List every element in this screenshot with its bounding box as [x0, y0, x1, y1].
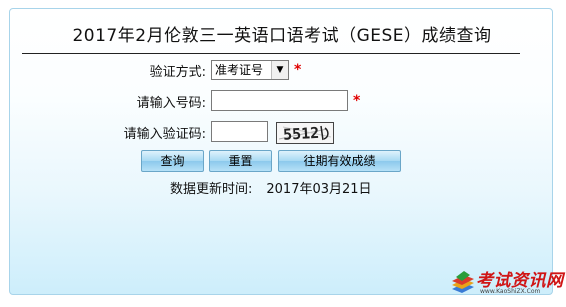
- captcha-input[interactable]: [211, 121, 268, 142]
- past-results-button[interactable]: 往期有效成绩: [278, 150, 401, 172]
- required-mark: *: [353, 93, 361, 109]
- title-divider: [22, 53, 520, 54]
- verify-method-select[interactable]: 准考证号 ▼: [211, 60, 289, 80]
- number-label: 请输入号码:: [136, 96, 206, 111]
- captcha-image[interactable]: 5512: [276, 122, 334, 144]
- update-label: 数据更新时间:: [170, 182, 253, 197]
- verify-method-label: 验证方式:: [149, 65, 206, 80]
- site-logo: 考试资讯网 www.KaoShiZX.Com: [446, 265, 564, 299]
- chevron-down-icon[interactable]: ▼: [271, 61, 288, 79]
- verify-method-value: 准考证号: [215, 63, 264, 77]
- logo-url: www.KaoShiZX.Com: [480, 288, 541, 295]
- page-title: 2017年2月伦敦三一英语口语考试（GESE）成绩查询: [72, 26, 492, 46]
- query-button[interactable]: 查询: [141, 150, 204, 172]
- update-date: 2017年03月21日: [266, 182, 372, 197]
- captcha-label: 请输入验证码:: [123, 127, 206, 142]
- captcha-text: 5512: [283, 124, 320, 143]
- reset-button[interactable]: 重置: [209, 150, 272, 172]
- required-mark: *: [294, 62, 302, 78]
- captcha-graphic: 5512: [278, 124, 332, 144]
- number-input[interactable]: [211, 90, 348, 111]
- query-panel: 2017年2月伦敦三一英语口语考试（GESE）成绩查询 验证方式: 准考证号 ▼…: [9, 8, 553, 295]
- update-time: 数据更新时间: 2017年03月21日: [170, 178, 372, 197]
- books-icon: [452, 271, 474, 293]
